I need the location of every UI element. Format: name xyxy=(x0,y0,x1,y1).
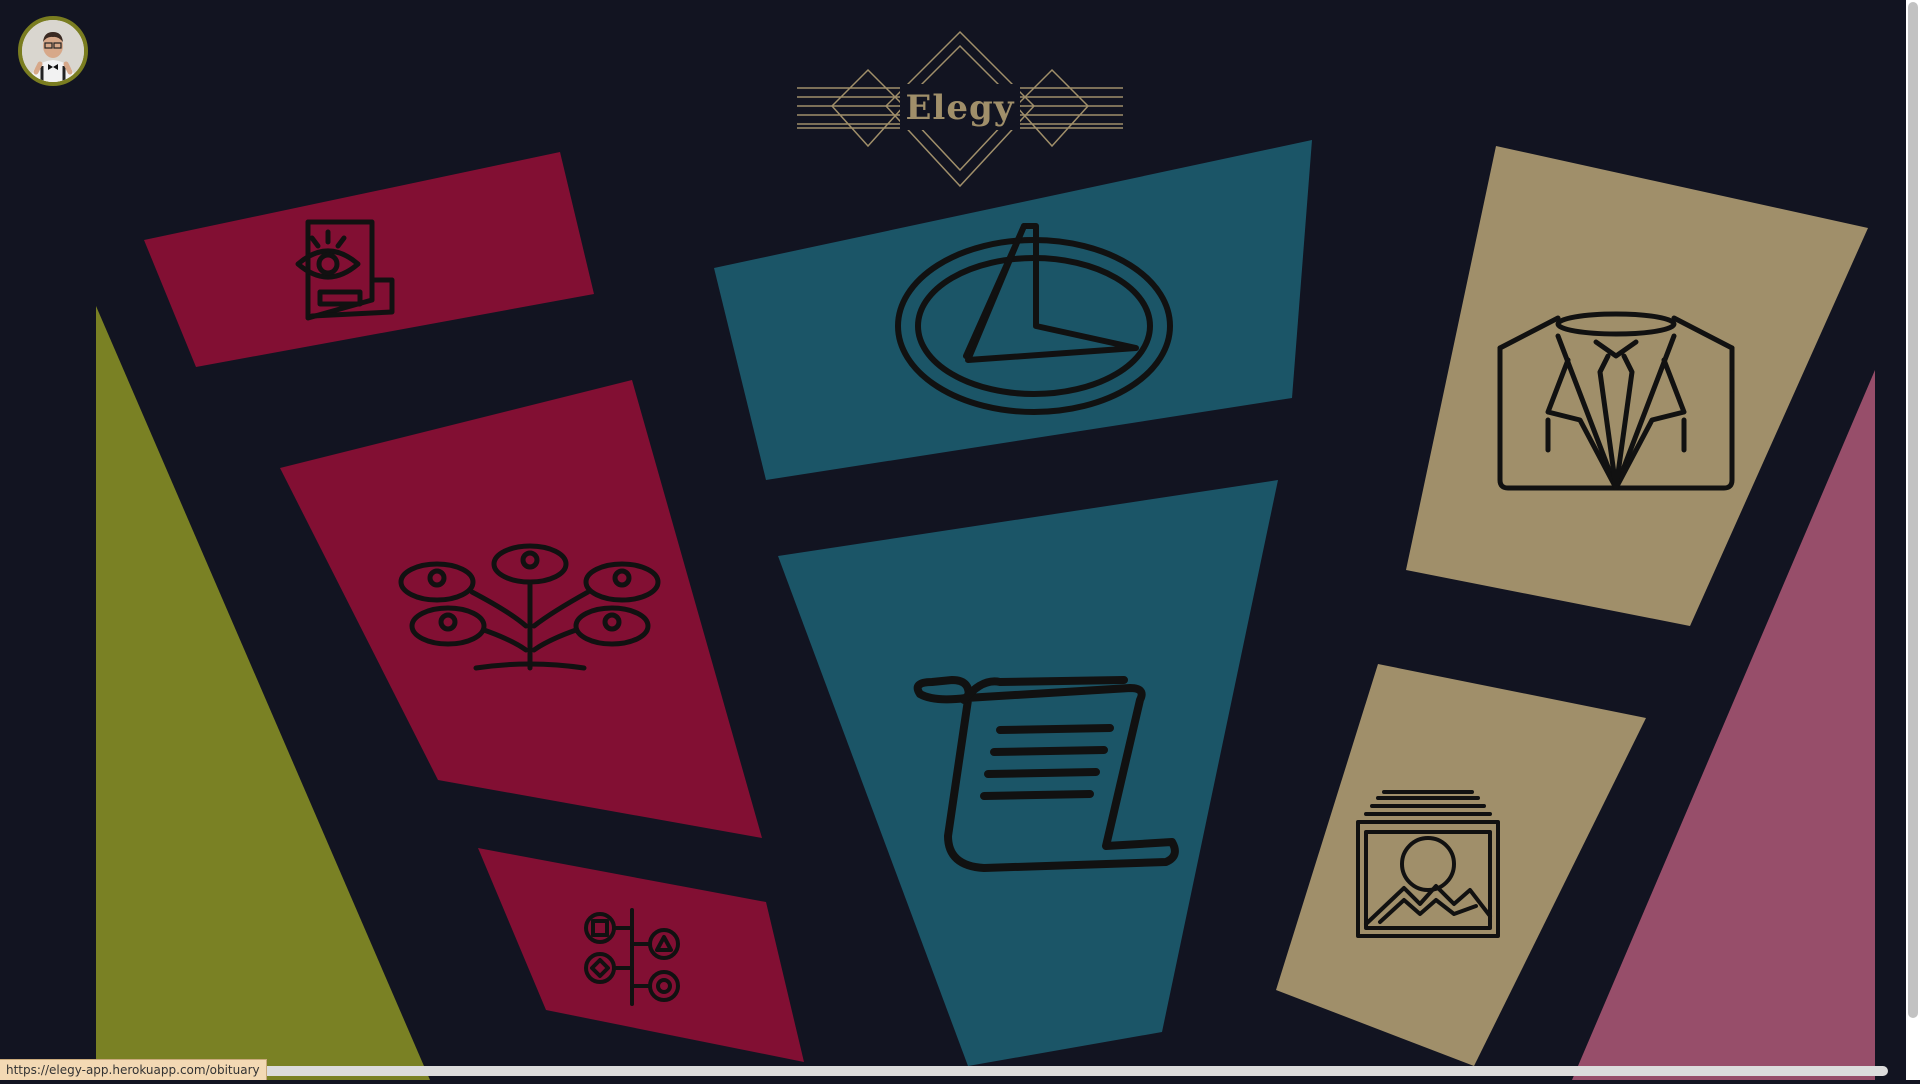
tile-eye-document[interactable] xyxy=(144,152,594,367)
horizontal-scrollbar[interactable] xyxy=(248,1066,1888,1076)
tile-layout: Elegy xyxy=(96,30,1875,1080)
olive-triangle xyxy=(96,306,430,1080)
tile-photos[interactable] xyxy=(1276,664,1646,1066)
tile-family-tree[interactable] xyxy=(280,380,762,838)
user-avatar-icon xyxy=(22,20,84,82)
tile-sundial[interactable] xyxy=(714,140,1312,480)
status-url: https://elegy-app.herokuapp.com/obituary xyxy=(0,1059,267,1080)
avatar[interactable] xyxy=(18,16,88,86)
elegy-logo[interactable]: Elegy xyxy=(797,30,1123,188)
app-title: Elegy xyxy=(906,88,1015,128)
vertical-scrollbar[interactable] xyxy=(1908,2,1918,1018)
tile-timeline[interactable] xyxy=(478,848,804,1062)
page-canvas: Elegy https://elegy-app.herokuapp.com/ob… xyxy=(0,0,1920,1080)
tile-scroll[interactable] xyxy=(778,480,1278,1066)
